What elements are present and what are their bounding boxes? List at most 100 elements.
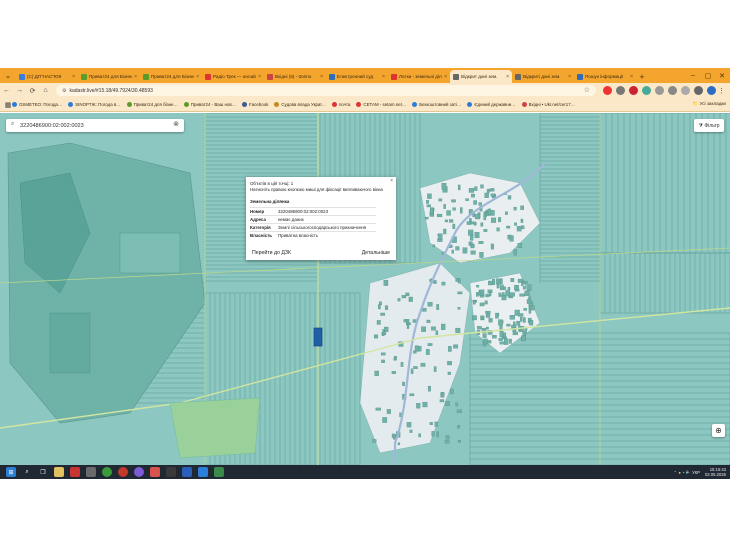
clear-search-icon[interactable]: ⊗ [173, 120, 179, 128]
bookmark-item[interactable]: СЕТАМ - setam.net… [356, 102, 406, 107]
extensions-puzzle-icon[interactable] [668, 86, 677, 95]
maximize-icon[interactable]: ▢ [701, 68, 715, 83]
details-link[interactable]: Детальніше [362, 250, 390, 256]
extension-icon[interactable] [655, 86, 664, 95]
tab-close-icon[interactable]: × [134, 74, 137, 80]
cadastral-search-input[interactable]: ⌕ 3220486900:02:002:0023 ⊗ [6, 119, 184, 132]
profile-avatar[interactable] [694, 86, 703, 95]
bookmark-favicon-icon [242, 102, 248, 107]
chrome-icon[interactable] [102, 467, 112, 477]
app-icon[interactable] [86, 467, 96, 477]
close-window-icon[interactable]: ✕ [715, 68, 729, 83]
browser-tab[interactable]: Радіо Трек — онлайн × [202, 70, 264, 83]
browser-tab[interactable]: Відкрит дані зем. × [450, 70, 512, 83]
tab-close-icon[interactable]: × [568, 74, 571, 80]
bookmark-star-icon[interactable]: ☆ [584, 86, 590, 94]
app-icon[interactable] [150, 467, 160, 477]
bookmark-item[interactable]: почта [331, 102, 350, 107]
all-bookmarks-button[interactable]: 📁 Усі закладки [693, 101, 726, 107]
bookmark-item[interactable]: Вхідні • Ukr.net/cer17… [521, 102, 575, 107]
tab-label: Радіо Трек — онлайн [213, 74, 257, 79]
tab-favicon-icon [577, 73, 583, 80]
tab-close-icon[interactable]: × [444, 74, 447, 80]
address-bar[interactable]: ⚙ kadastr.live/#15.18/49.7924/30.48593 ☆ [56, 85, 596, 96]
app-icon[interactable] [214, 467, 224, 477]
close-popup-icon[interactable]: × [390, 178, 393, 184]
word-icon[interactable] [182, 467, 192, 477]
browser-tab[interactable]: Пошук інформації × [574, 70, 636, 83]
attr-key: Адреса [250, 215, 278, 224]
tab-close-icon[interactable]: × [382, 74, 385, 80]
bookmark-favicon-icon [68, 102, 74, 107]
bookmark-label: Приват24 для бізне… [133, 102, 178, 107]
viber-icon[interactable] [134, 467, 144, 477]
bookmark-item[interactable]: Єдиний державни… [467, 102, 516, 107]
tab-label: Пошук інформації [585, 74, 624, 79]
language-indicator[interactable]: УКР [692, 470, 700, 475]
wifi-icon[interactable]: ◔ [682, 470, 685, 475]
minimize-icon[interactable]: – [686, 68, 700, 83]
tab-close-icon[interactable]: × [320, 74, 323, 80]
back-icon[interactable]: ← [0, 84, 13, 97]
bookmark-item[interactable]: Судова влада Украї… [274, 102, 326, 107]
chevron-up-icon[interactable]: ⌃ [674, 470, 678, 475]
browser-tab[interactable]: Приват24 для Бізнесу × [78, 70, 140, 83]
browser-tab[interactable]: (C) ДП"НАС"Ю9 × [16, 70, 78, 83]
taskbar-search-icon[interactable]: ⌕ [22, 467, 32, 477]
app-icon[interactable] [198, 467, 208, 477]
app-tray-icon[interactable]: ● [678, 470, 681, 475]
tab-favicon-icon [453, 73, 459, 80]
cadastral-map[interactable]: ⌕ 3220486900:02:002:0023 ⊗ ⧩ Фільтр ⊕ × … [0, 113, 730, 465]
app-icon[interactable] [166, 467, 176, 477]
menu-kebab-icon[interactable]: ⋮ [715, 84, 728, 97]
opera-icon[interactable] [118, 467, 128, 477]
tab-close-icon[interactable]: × [196, 74, 199, 80]
reload-icon[interactable]: ⟳ [26, 84, 39, 97]
extension-opera-icon[interactable] [629, 86, 638, 95]
table-row: Категорія Землі сільськогосподарського пр… [250, 223, 376, 232]
home-icon[interactable]: ⌂ [39, 84, 52, 97]
clock[interactable]: 15:15:43 02.05.2025 [705, 467, 726, 477]
site-info-icon[interactable]: ⚙ [62, 88, 66, 94]
bookmark-item[interactable]: Приват24 для бізне… [126, 102, 178, 107]
browser-tab[interactable]: Лотки - земельні ділянки× [388, 70, 450, 83]
tab-close-icon[interactable]: × [258, 74, 261, 80]
selected-parcel[interactable] [313, 327, 323, 347]
bookmark-item[interactable]: Facebook [242, 102, 268, 107]
bookmark-item[interactable]: Приват24 - Ваш нов… [183, 102, 236, 107]
geolocate-button[interactable]: ⊕ [712, 424, 725, 437]
map-canvas[interactable] [0, 113, 730, 465]
bookmark-item[interactable]: Безкоштовний заті… [412, 102, 461, 107]
tab-close-icon[interactable]: × [72, 74, 75, 80]
new-tab-button[interactable]: + [636, 70, 648, 83]
browser-tab[interactable]: Вхідні (5) - ttorino × [264, 70, 326, 83]
tab-label: Електронний суд [337, 74, 374, 79]
apps-grid-icon[interactable]: ▦ [4, 98, 12, 111]
tab-label: Вхідні (5) - ttorino [275, 74, 312, 79]
tab-close-icon[interactable]: × [630, 74, 633, 80]
download-icon[interactable] [681, 86, 690, 95]
extension-adblock-icon[interactable] [603, 86, 612, 95]
tab-close-icon[interactable]: × [506, 74, 509, 80]
volume-icon[interactable]: 🔈 [686, 469, 691, 475]
extension-icon[interactable] [642, 86, 651, 95]
filter-button[interactable]: ⧩ Фільтр [694, 119, 724, 132]
bookmarks-list: OSMETEO: Погода… SINOPTIK: Погода в… Прива… [12, 102, 581, 107]
bookmark-item[interactable]: SINOPTIK: Погода в… [68, 102, 121, 107]
browser-tab[interactable]: Відкриті дані зем. × [512, 70, 574, 83]
bookmark-favicon-icon [12, 102, 17, 107]
parcel-attributes-table: Номер 3220486900:02:002:0023 Адреса немає … [250, 207, 376, 240]
task-view-icon[interactable]: ❐ [38, 467, 48, 477]
tab-search-icon[interactable]: ⌄ [0, 68, 16, 83]
bookmark-item[interactable]: OSMETEO: Погода… [12, 102, 62, 107]
browser-tab[interactable]: Приват24 для Бізнесу × [140, 70, 202, 83]
file-explorer-icon[interactable] [54, 467, 64, 477]
extension-icon[interactable] [616, 86, 625, 95]
section-title: Земельна ділянка [250, 199, 290, 204]
tab-favicon-icon [391, 73, 397, 80]
goto-dzk-link[interactable]: Перейти до ДЗК [252, 250, 291, 256]
app-icon[interactable] [70, 467, 80, 477]
forward-icon[interactable]: → [13, 84, 26, 97]
browser-tab[interactable]: Електронний суд × [326, 70, 388, 83]
start-windows-icon[interactable]: ⊞ [6, 467, 16, 477]
